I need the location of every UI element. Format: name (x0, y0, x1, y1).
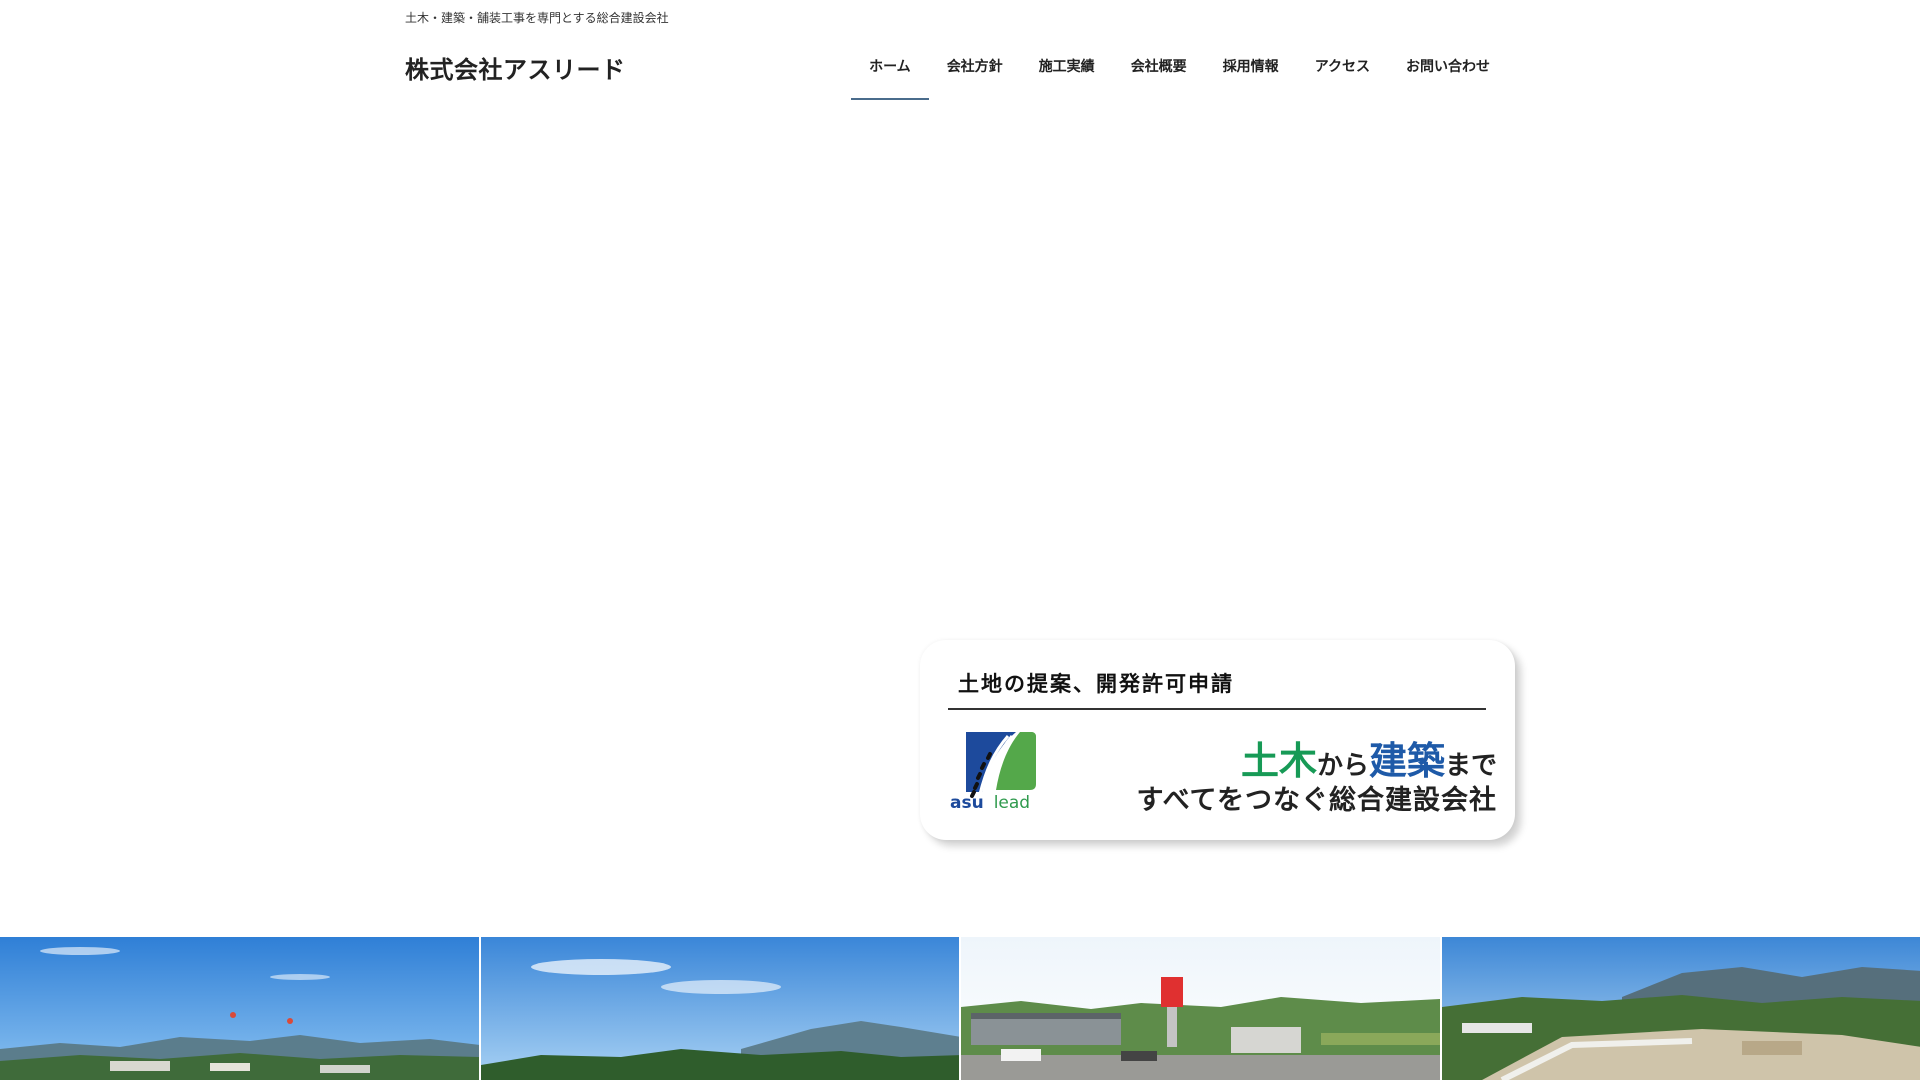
banner-divider (948, 708, 1486, 710)
nav-item-policy[interactable]: 会社方針 (929, 50, 1021, 100)
banner-logo-wordmark: asu lead (950, 793, 1030, 813)
nav-item-home[interactable]: ホーム (851, 50, 929, 100)
nav-item-recruit[interactable]: 採用情報 (1205, 50, 1297, 100)
nav-item-contact[interactable]: お問い合わせ (1388, 50, 1508, 100)
banner-slogan-line2: すべてをつなぐ総合建設会社 (1136, 785, 1497, 816)
photo-aerial-town (0, 937, 481, 1080)
photo-forest-hills (480, 937, 961, 1080)
logo-word-asu: asu (950, 793, 984, 813)
slogan-to: まで (1444, 751, 1497, 781)
slogan-from: から (1316, 751, 1369, 781)
slogan-building: 建築 (1368, 739, 1445, 783)
banner-heading: 土地の提案、開発許可申請 (958, 672, 1234, 696)
page: 土木・建築・舗装工事を専門とする総合建設会社 株式会社アスリード ホーム 会社方… (0, 0, 1920, 1080)
main-nav: ホーム 会社方針 施工実績 会社概要 採用情報 アクセス お問い合わせ (851, 50, 1508, 100)
banner-slogan-line1: 土木から建築まで (1241, 730, 1497, 785)
nav-item-company[interactable]: 会社概要 (1113, 50, 1205, 100)
slogan-civil: 土木 (1240, 739, 1317, 783)
site-tagline: 土木・建築・舗装工事を専門とする総合建設会社 (405, 11, 669, 25)
photo-development-site (1441, 937, 1920, 1080)
site-title-link[interactable]: 株式会社アスリード (405, 50, 626, 85)
photo-car-dealer (961, 937, 1442, 1080)
logo-word-lead: lead (993, 793, 1031, 813)
hero-banner: 土地の提案、開発許可申請 asu lead 土木から建築まで すべてをつなぐ総合建… (920, 640, 1515, 840)
photo-strip (0, 937, 1920, 1080)
nav-item-access[interactable]: アクセス (1297, 50, 1388, 100)
nav-item-works[interactable]: 施工実績 (1021, 50, 1113, 100)
